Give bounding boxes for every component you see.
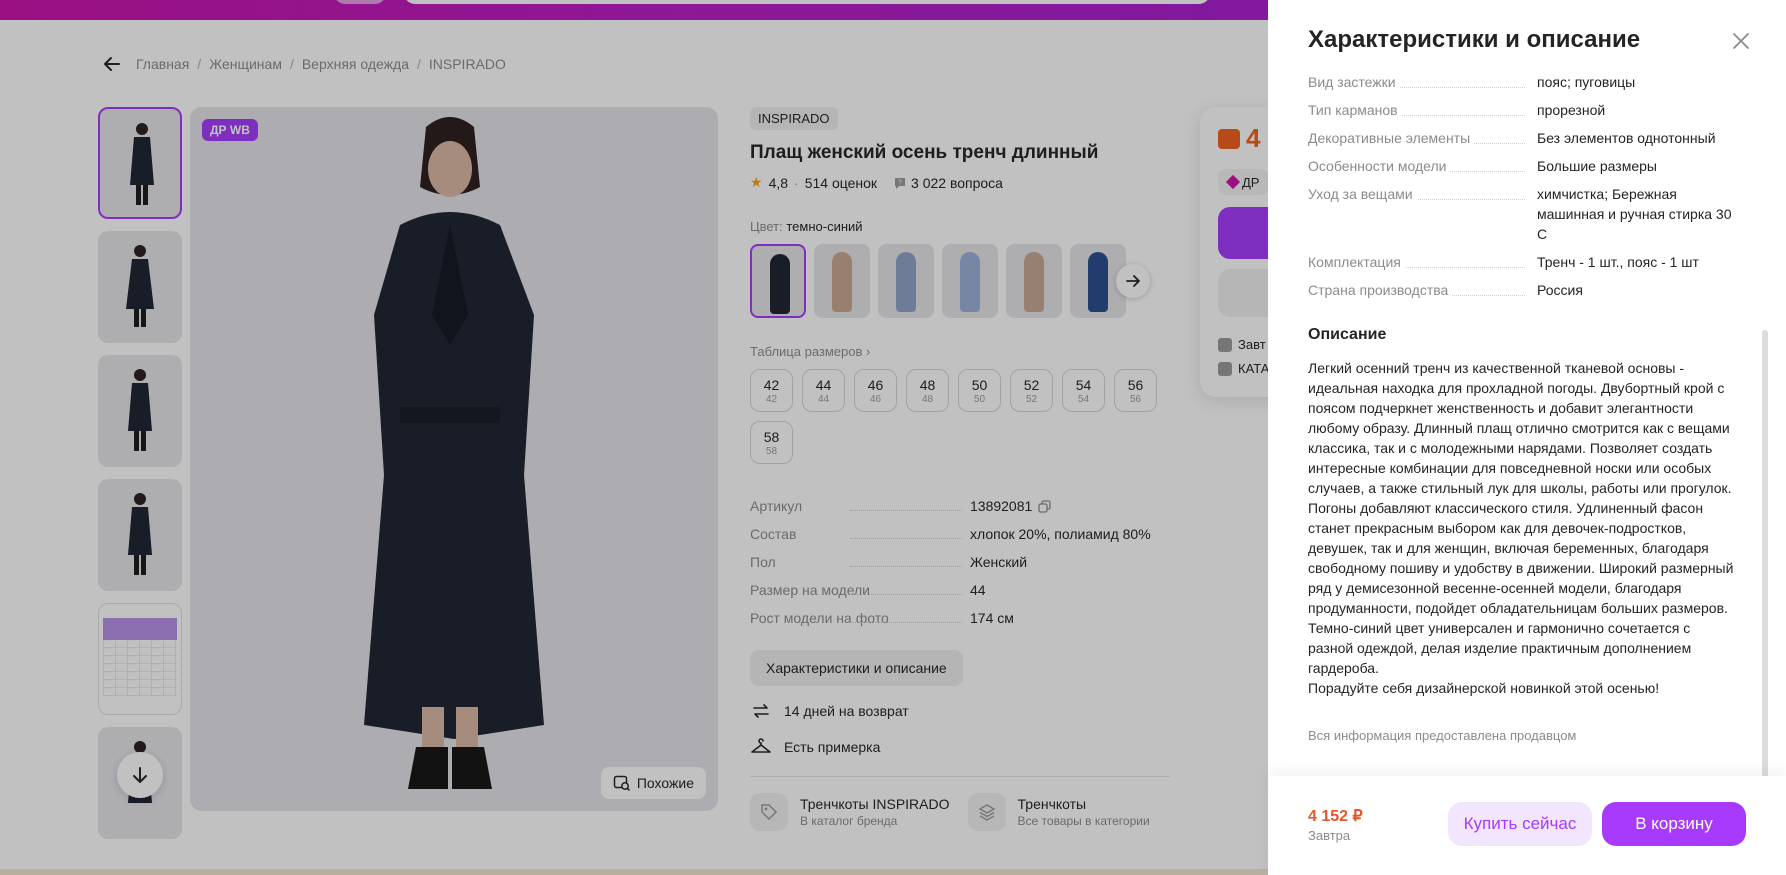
characteristic-row: Вид застежки пояс; пуговицы — [1308, 72, 1738, 92]
drawer-bottom-bar: 4 152 ₽ Завтра Купить сейчас В корзину — [1268, 776, 1786, 875]
characteristic-value: Тренч - 1 шт., пояс - 1 шт — [1537, 254, 1699, 270]
add-to-cart-button[interactable]: В корзину — [1602, 802, 1746, 846]
characteristic-value: прорезной — [1537, 102, 1606, 118]
characteristic-value: пояс; пуговицы — [1537, 74, 1636, 90]
drawer-scrollbar[interactable] — [1762, 330, 1768, 778]
close-icon[interactable] — [1728, 28, 1754, 54]
bottom-price: 4 152 ₽ — [1308, 808, 1363, 825]
description-title: Описание — [1308, 326, 1387, 343]
characteristic-value: Большие размеры — [1537, 158, 1657, 174]
characteristic-key: Тип карманов — [1308, 102, 1402, 118]
characteristic-key: Комплектация — [1308, 254, 1405, 270]
characteristic-key: Страна производства — [1308, 282, 1453, 298]
characteristic-row: Страна производства Россия — [1308, 280, 1738, 300]
drawer-scroll-area[interactable]: Вид застежки пояс; пуговицы Тип карманов… — [1308, 72, 1738, 772]
characteristic-value: Россия — [1537, 282, 1583, 298]
description-text: Легкий осенний тренч из качественной тка… — [1308, 360, 1734, 696]
characteristic-key: Уход за вещами — [1308, 186, 1417, 202]
characteristic-row: Особенности модели Большие размеры — [1308, 156, 1738, 176]
characteristic-row: Тип карманов прорезной — [1308, 100, 1738, 120]
modal-backdrop[interactable] — [0, 0, 1268, 875]
buy-now-button[interactable]: Купить сейчас — [1448, 802, 1592, 846]
characteristic-value: химчистка; Бережная машинная и ручная ст… — [1537, 186, 1732, 242]
characteristic-key: Декоративные элементы — [1308, 130, 1475, 146]
characteristic-row: Уход за вещами химчистка; Бережная машин… — [1308, 184, 1738, 244]
characteristic-row: Декоративные элементы Без элементов одно… — [1308, 128, 1738, 148]
seller-note: Вся информация предоставлена продавцом — [1308, 728, 1577, 743]
characteristic-row: Комплектация Тренч - 1 шт., пояс - 1 шт — [1308, 252, 1738, 272]
drawer-title: Характеристики и описание — [1308, 26, 1641, 53]
characteristic-value: Без элементов однотонный — [1537, 130, 1716, 146]
characteristic-key: Вид застежки — [1308, 74, 1400, 90]
characteristics-drawer: Характеристики и описание Вид застежки п… — [1268, 0, 1786, 875]
characteristic-key: Особенности модели — [1308, 158, 1451, 174]
bottom-delivery-date: Завтра — [1308, 828, 1351, 843]
